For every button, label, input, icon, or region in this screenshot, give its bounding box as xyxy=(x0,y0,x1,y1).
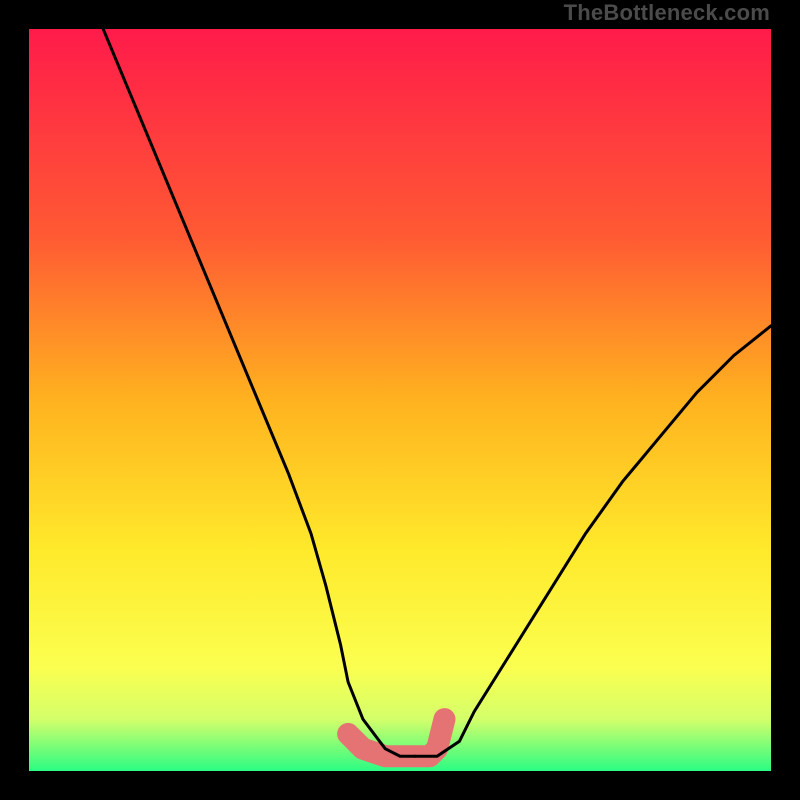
gradient-background xyxy=(29,29,771,771)
plot-area xyxy=(29,29,771,771)
chart-stage: TheBottleneck.com xyxy=(0,0,800,800)
chart-svg xyxy=(29,29,771,771)
watermark-text: TheBottleneck.com xyxy=(564,0,770,26)
